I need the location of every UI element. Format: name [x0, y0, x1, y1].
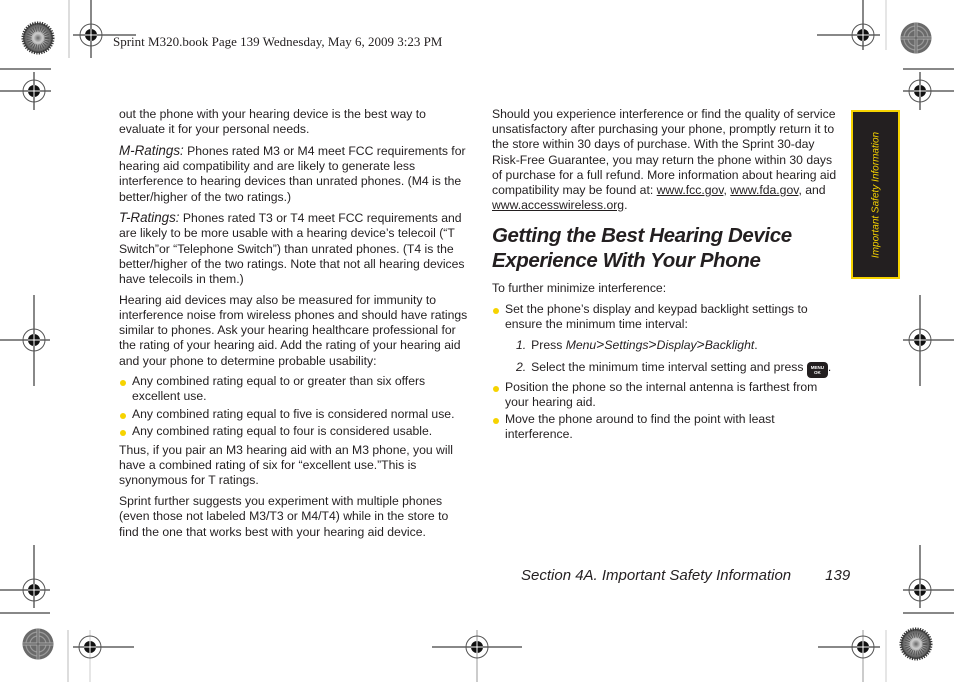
print-header: Sprint M320.book Page 139 Wednesday, May…	[113, 34, 443, 49]
menu-path-item: Display	[656, 337, 697, 352]
bullet-icon	[120, 380, 126, 387]
intro-paragraph: out the phone with your hearing device i…	[119, 107, 426, 137]
step-item: 2. Select the minimum time interval setti…	[503, 360, 844, 378]
interference-paragraph: Should you experience interference or fi…	[492, 107, 837, 213]
minimize-bullet-list-2: Position the phone so the internal anten…	[492, 380, 844, 443]
list-item: Position the phone so the internal anten…	[492, 380, 844, 410]
crosshair-icon	[79, 23, 103, 47]
left-column: out the phone with your hearing device i…	[119, 107, 471, 545]
link-accesswireless[interactable]: www.accesswireless.org	[492, 198, 624, 212]
rating-bullet-list: Any combined rating equal to or greater …	[119, 374, 471, 439]
list-item: Any combined rating equal to four is con…	[119, 424, 471, 439]
suggest-paragraph: Sprint further suggests you experiment w…	[119, 494, 449, 539]
immunity-paragraph: Hearing aid devices may also be measured…	[119, 292, 468, 368]
right-column: Should you experience interference or fi…	[492, 107, 844, 447]
menu-ok-key-icon: MENU OK	[806, 361, 828, 378]
minimize-bullet-list: Set the phone’s display and keypad backl…	[492, 302, 844, 378]
crosshair-icon	[851, 23, 875, 47]
starburst-icon	[23, 23, 53, 53]
step-item: 1. Press Menu>Settings>Display>Backlight.	[516, 335, 758, 352]
page-footer: Section 4A. Important Safety Information…	[521, 567, 850, 584]
crosshair-icon	[22, 578, 46, 602]
crosshair-icon	[908, 328, 932, 352]
side-tab-label: Important Safety Information	[870, 131, 881, 258]
step-list: 1. Press Menu>Settings>Display>Backlight.…	[503, 335, 844, 378]
registration-pattern-icon	[21, 627, 55, 661]
crosshair-icon	[78, 635, 102, 659]
crosshair-icon	[908, 79, 932, 103]
side-tab: Important Safety Information	[851, 110, 900, 279]
list-item: Set the phone’s display and keypad backl…	[492, 302, 844, 378]
crosshair-icon	[22, 79, 46, 103]
menu-path-item: Settings	[604, 337, 649, 352]
crosshair-icon	[908, 578, 932, 602]
list-item: Any combined rating equal to five is con…	[119, 407, 471, 422]
footer-section: Section 4A. Important Safety Information	[521, 567, 792, 584]
menu-path-item: Menu	[565, 337, 597, 352]
m-ratings-paragraph: M-Ratings: Phones rated M3 or M4 meet FC…	[119, 143, 471, 205]
bullet-icon	[493, 385, 499, 392]
bullet-icon	[120, 429, 126, 436]
bullet-icon	[493, 308, 499, 315]
list-item: Move the phone around to find the point …	[492, 412, 844, 442]
menu-path-item: Backlight	[704, 337, 755, 352]
link-fcc[interactable]: www.fcc.gov	[657, 183, 724, 197]
link-fda[interactable]: www.fda.gov	[730, 183, 798, 197]
page-number: 139	[825, 567, 851, 584]
t-ratings-paragraph: T-Ratings: Phones rated T3 or T4 meet FC…	[119, 210, 471, 287]
crosshair-icon	[851, 635, 875, 659]
starburst-icon	[901, 629, 931, 659]
thus-paragraph: Thus, if you pair an M3 hearing aid with…	[119, 443, 453, 488]
list-item: Any combined rating equal to or greater …	[119, 374, 471, 404]
t-ratings-label: T-Ratings:	[119, 210, 180, 226]
crosshair-icon	[465, 635, 489, 659]
minimize-paragraph: To further minimize interference:	[492, 281, 667, 296]
section-title: Getting the Best Hearing Device Experien…	[492, 224, 792, 273]
crosshair-icon	[22, 328, 46, 352]
m-ratings-label: M-Ratings:	[119, 142, 184, 158]
registration-pattern-icon	[899, 21, 933, 55]
bullet-icon	[493, 418, 499, 425]
bullet-icon	[120, 412, 126, 419]
